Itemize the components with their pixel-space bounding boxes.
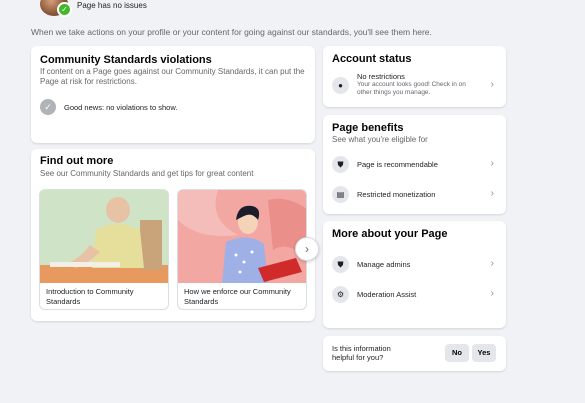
moderation-assist-label: Moderation Assist [357,290,417,299]
community-standards-card: Community Standards violations If conten… [31,46,315,143]
chevron-right-icon: › [490,158,494,169]
community-standards-title: Community Standards violations [40,54,212,66]
chevron-right-icon: › [490,188,494,199]
intro-community-standards-card[interactable]: Introduction to Community Standards [39,189,169,310]
shield-icon: ⛊ [332,256,349,273]
find-out-more-title: Find out more [40,155,114,167]
check-circle-icon: ✓ [40,99,56,115]
user-circle-icon: ● [332,77,349,94]
shield-icon: ⛊ [332,156,349,173]
page-recommendable-item[interactable]: ⛊ Page is recommendable › [323,152,506,178]
more-about-page-card: More about your Page ⛊ Manage admins › ⚙… [323,221,506,328]
carousel-next-button[interactable]: › [295,237,319,261]
more-about-page-title: More about your Page [332,228,448,240]
money-icon: ▤ [332,186,349,203]
page-benefits-title: Page benefits [332,122,404,134]
page-benefits-card: Page benefits See what you're eligible f… [323,115,506,214]
no-restrictions-description: Your account looks good! Check in on oth… [357,81,466,96]
account-status-item[interactable]: ● No restrictions Your account looks goo… [323,72,506,102]
page-benefits-subtitle: See what you're eligible for [332,135,428,144]
page-status-text: Page has no issues [77,1,147,10]
chevron-right-icon: › [490,79,494,90]
feedback-question: Is this information helpful for you? [332,344,391,362]
older-man-illustration [40,190,168,283]
find-out-more-subtitle: See our Community Standards and get tips… [40,169,254,178]
feedback-card: Is this information helpful for you? No … [323,336,506,371]
account-status-title: Account status [332,53,412,65]
find-out-more-card: Find out more See our Community Standard… [31,149,315,321]
no-restrictions-label: No restrictions [357,72,405,81]
manage-admins-item[interactable]: ⛊ Manage admins › [323,252,506,278]
gear-icon: ⚙ [332,286,349,303]
page-recommendable-label: Page is recommendable [357,160,438,169]
chevron-right-icon: › [490,288,494,299]
restricted-monetization-item[interactable]: ▤ Restricted monetization › [323,182,506,208]
manage-admins-label: Manage admins [357,260,411,269]
chevron-right-icon: › [305,242,309,256]
no-button[interactable]: No [445,344,469,362]
how-we-enforce-label: How we enforce our Community Standards [184,287,291,306]
account-status-card: Account status ● No restrictions Your ac… [323,46,506,107]
how-we-enforce-card[interactable]: How we enforce our Community Standards [177,189,307,310]
intro-text: When we take actions on your profile or … [31,27,432,37]
community-standards-description: If content on a Page goes against our Co… [40,67,305,86]
good-news-text: Good news: no violations to show. [64,103,178,112]
moderation-assist-item[interactable]: ⚙ Moderation Assist › [323,282,506,308]
restricted-monetization-label: Restricted monetization [357,190,436,199]
check-badge-icon: ✓ [57,2,72,17]
chevron-right-icon: › [490,258,494,269]
yes-button[interactable]: Yes [472,344,496,362]
woman-laptop-illustration [178,190,306,283]
intro-community-standards-label: Introduction to Community Standards [46,287,134,306]
